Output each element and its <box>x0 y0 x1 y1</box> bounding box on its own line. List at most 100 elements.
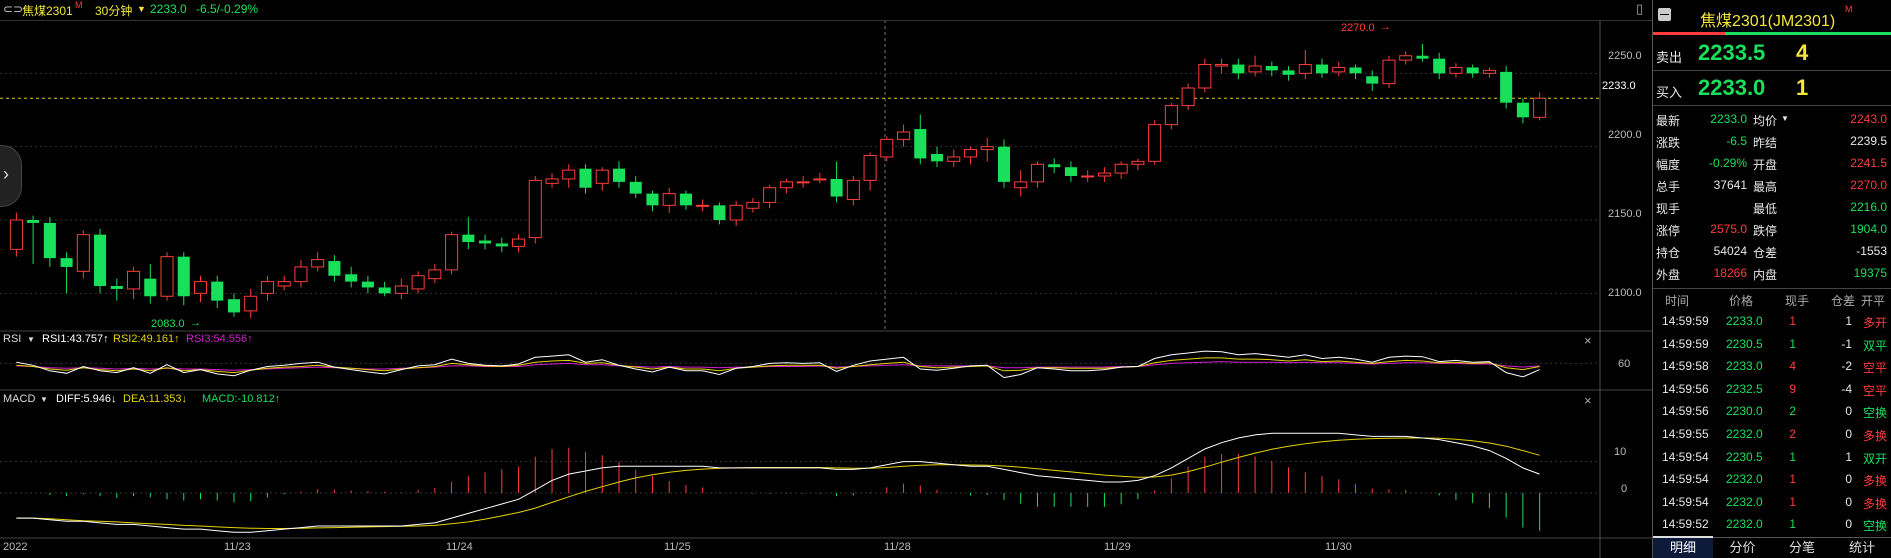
candle-body <box>1399 55 1413 61</box>
candle-body <box>629 181 642 194</box>
trade-time: 14:59:56 <box>1662 381 1709 396</box>
quote-header: 焦煤2301(JM2301) M <box>1653 0 1891 35</box>
th-type: 开平 <box>1861 294 1886 308</box>
trade-volume: 1 <box>1789 314 1796 328</box>
quote-label: 最低 <box>1753 202 1778 216</box>
tab-detail[interactable]: 明细 <box>1653 536 1713 558</box>
chevron-right-icon: › <box>3 164 9 184</box>
macd-value: MACD:-10.812↑ <box>202 393 281 405</box>
trade-row[interactable]: 14:59:59 2233.0 1 1 多开 <box>1653 310 1891 332</box>
quote-value: -1553 <box>1856 244 1887 258</box>
candle-body <box>1265 66 1278 71</box>
period-dropdown-icon[interactable]: ▼ <box>137 4 146 14</box>
trade-position: -4 <box>1841 381 1852 396</box>
rsi-dropdown-icon[interactable]: ▼ <box>27 335 35 344</box>
tab-stats[interactable]: 统计 <box>1832 538 1891 558</box>
trade-volume: 1 <box>1789 336 1796 351</box>
trade-time: 14:59:52 <box>1662 517 1709 532</box>
quote-label: 均价 <box>1753 114 1778 128</box>
candle-body <box>1215 64 1229 67</box>
quote-title: 焦煤2301(JM2301) <box>1700 13 1836 30</box>
quote-value: 18266 <box>1713 266 1747 280</box>
quote-value: 2270.0 <box>1850 178 1887 192</box>
trade-type: 空平 <box>1863 361 1888 376</box>
candle-body <box>947 156 961 162</box>
quote-row: 涨停 2575.0 跌停 1904.0 <box>1653 218 1891 240</box>
tab-tick[interactable]: 分笔 <box>1772 538 1832 558</box>
quote-value: 2243.0 <box>1850 112 1887 126</box>
period-select[interactable]: 30分钟 <box>95 2 132 19</box>
quote-label: 幅度 <box>1656 158 1681 172</box>
trade-row[interactable]: 14:59:54 2232.0 1 0 多换 <box>1653 491 1891 513</box>
avg-dropdown-icon[interactable]: ▼ <box>1781 114 1789 123</box>
candle-body <box>963 149 978 158</box>
y-tick-2250: 2250.0 <box>1608 50 1642 62</box>
low-label: 2083.0 <box>151 318 185 330</box>
nav-prev-button[interactable]: › <box>0 145 22 207</box>
candle-body <box>193 281 208 294</box>
kline-svg[interactable] <box>0 0 1652 558</box>
rsi-menu[interactable]: RSI <box>3 333 21 345</box>
trade-position: -2 <box>1841 359 1852 374</box>
trade-volume: 2 <box>1789 427 1796 441</box>
symbol-tag: M <box>75 0 83 10</box>
tab-price-dist[interactable]: 分价 <box>1713 538 1772 558</box>
macd-close-icon[interactable]: × <box>1584 393 1592 408</box>
quote-row: 涨跌 -6.5 昨结 2239.5 <box>1653 130 1891 152</box>
trade-type: 双开 <box>1863 451 1888 466</box>
candle-body <box>479 240 492 244</box>
candle-body <box>110 286 123 289</box>
bid-row[interactable]: 买入 2233.0 1 <box>1653 72 1891 104</box>
ask-row[interactable]: 卖出 2233.5 4 <box>1653 37 1891 69</box>
low-arrow-icon: → <box>190 317 201 329</box>
x-label-1128: 11/28 <box>884 541 911 553</box>
trade-row[interactable]: 14:59:56 2230.0 2 0 空换 <box>1653 400 1891 422</box>
trade-row[interactable]: 14:59:54 2232.0 1 0 多换 <box>1653 468 1891 490</box>
trade-row[interactable]: 14:59:58 2233.0 4 -2 空平 <box>1653 355 1891 377</box>
candle-body <box>1014 181 1028 189</box>
x-label-1125: 11/25 <box>664 541 691 553</box>
trade-position: 0 <box>1845 472 1852 487</box>
candle-body <box>914 129 927 159</box>
trade-price: 2232.0 <box>1726 427 1763 441</box>
trade-row[interactable]: 14:59:55 2232.0 2 0 多换 <box>1653 423 1891 445</box>
quote-label: 跌停 <box>1753 224 1778 238</box>
candle-body <box>311 259 325 268</box>
link-icon[interactable]: ⊂⊃ <box>3 2 23 16</box>
chart-area[interactable]: ⊂⊃ 焦煤2301 M 30分钟 ▼ 2233.0 -6.5/-0.29% ▯ … <box>0 0 1652 558</box>
macd-dea-line <box>16 437 1540 529</box>
trade-row[interactable]: 14:59:52 2232.0 1 0 空换 <box>1653 513 1891 535</box>
candle-body <box>830 178 843 197</box>
trade-type: 空换 <box>1863 519 1888 534</box>
macd-dropdown-icon[interactable]: ▼ <box>40 395 48 404</box>
candle-body <box>646 193 659 206</box>
candle-body <box>880 138 894 158</box>
candle-body <box>177 256 190 297</box>
trade-price: 2230.5 <box>1726 449 1763 464</box>
high-label: 2270.0 <box>1341 22 1375 34</box>
layout-toggle-icon[interactable]: ▯ <box>1636 1 1643 17</box>
quote-row: 现手 最低 2216.0 <box>1653 196 1891 218</box>
candle-body <box>1298 64 1312 74</box>
menu-icon[interactable] <box>1658 8 1671 21</box>
trade-row[interactable]: 14:59:59 2230.5 1 -1 双平 <box>1653 333 1891 355</box>
symbol-name[interactable]: 焦煤2301 <box>22 2 73 19</box>
candle-body <box>679 193 692 206</box>
trade-price: 2232.0 <box>1726 494 1763 509</box>
trade-price: 2230.0 <box>1726 404 1763 419</box>
trade-volume: 1 <box>1789 472 1796 487</box>
trade-time: 14:59:54 <box>1662 472 1709 487</box>
high-arrow-icon: → <box>1380 21 1391 33</box>
quote-row: 总手 37641 最高 2270.0 <box>1653 174 1891 196</box>
quote-value: 2216.0 <box>1850 200 1887 214</box>
current-price-label: 2233.0 <box>1602 80 1636 92</box>
trade-volume: 1 <box>1789 494 1796 509</box>
rsi-close-icon[interactable]: × <box>1584 333 1592 348</box>
quote-label: 现手 <box>1656 202 1681 216</box>
candle-body <box>1382 59 1396 85</box>
buy-sell-ratio-green <box>1725 32 1891 35</box>
macd-menu[interactable]: MACD <box>3 393 35 405</box>
trade-row[interactable]: 14:59:56 2232.5 9 -4 空平 <box>1653 378 1891 400</box>
buy-price: 2233.0 <box>1698 75 1766 100</box>
trade-row[interactable]: 14:59:54 2230.5 1 1 双开 <box>1653 446 1891 468</box>
